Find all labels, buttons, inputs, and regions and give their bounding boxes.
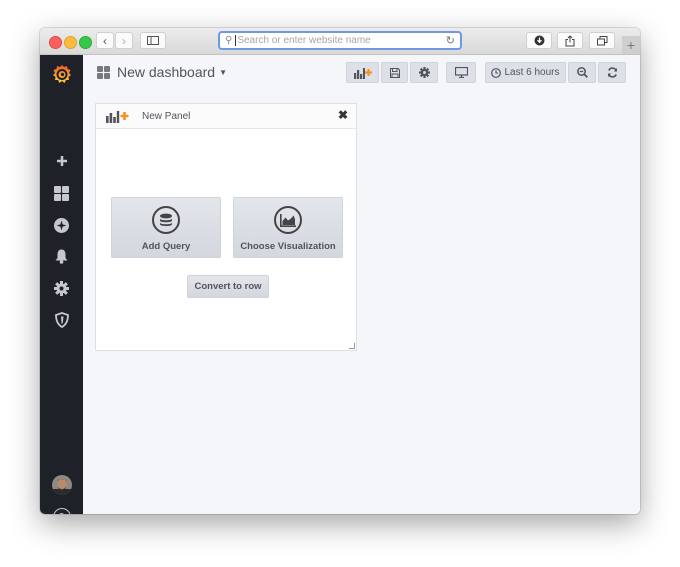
tabs-overview-button[interactable] <box>589 32 615 49</box>
compass-icon <box>54 217 69 233</box>
save-dashboard-button[interactable] <box>381 62 408 83</box>
add-query-label: Add Query <box>141 241 191 252</box>
sidebar-toggle-button[interactable] <box>140 32 166 49</box>
database-icon <box>152 206 180 234</box>
gear-icon <box>54 280 69 296</box>
add-query-button[interactable]: Add Query <box>111 197 221 258</box>
save-icon <box>389 67 400 78</box>
help-icon: ? <box>52 508 71 514</box>
sidebar-item-server-admin[interactable] <box>40 310 83 330</box>
panel-header: New Panel ✖ <box>96 104 356 129</box>
address-bar[interactable]: ⚲ Search or enter website name ↻ <box>218 31 462 50</box>
plus-icon: + <box>626 37 636 53</box>
minimize-window-button[interactable] <box>64 36 77 49</box>
share-button[interactable] <box>557 32 583 49</box>
panel-title: New Panel <box>142 110 191 122</box>
chevron-left-icon: ‹ <box>103 33 107 48</box>
choose-visualization-button[interactable]: Choose Visualization <box>233 197 343 258</box>
tv-mode-button[interactable] <box>446 62 476 83</box>
sidebar-item-configuration[interactable] <box>40 278 83 298</box>
dashboard-grid-icon <box>97 65 110 79</box>
panel-close-button[interactable]: ✖ <box>338 108 348 122</box>
shield-icon <box>54 312 69 328</box>
avatar <box>51 475 72 495</box>
time-range-label: Last 6 hours <box>504 67 560 78</box>
new-tab-button[interactable]: + <box>622 36 640 54</box>
new-panel: New Panel ✖ Add Query Choose Visualizati… <box>95 103 357 351</box>
reload-icon[interactable]: ↻ <box>446 34 455 47</box>
dashboard-title-picker[interactable]: New dashboard ▼ <box>97 64 227 80</box>
add-panel-button[interactable] <box>346 62 379 83</box>
grafana-logo[interactable] <box>40 62 83 86</box>
search-icon: ⚲ <box>225 35 233 46</box>
monitor-icon <box>454 67 468 78</box>
dashboard-title: New dashboard <box>117 64 216 80</box>
sidebar-item-alerting[interactable] <box>40 246 83 266</box>
bell-icon <box>55 249 68 264</box>
close-window-button[interactable] <box>49 36 62 49</box>
text-caret <box>235 35 237 46</box>
sidebar-item-explore[interactable] <box>40 215 83 235</box>
choose-visualization-label: Choose Visualization <box>240 241 336 252</box>
add-panel-icon <box>106 110 129 123</box>
area-chart-icon <box>274 206 302 234</box>
back-button[interactable]: ‹ <box>96 32 114 49</box>
refresh-button[interactable] <box>598 62 626 83</box>
address-placeholder: Search or enter website name <box>237 35 371 46</box>
panel-resize-handle[interactable] <box>349 343 355 349</box>
time-range-picker[interactable]: Last 6 hours <box>485 62 566 83</box>
tabs-icon <box>596 35 607 45</box>
sidebar-item-create[interactable] <box>40 151 83 171</box>
forward-button[interactable]: › <box>115 32 133 49</box>
sidebar-item-dashboards[interactable] <box>40 183 83 203</box>
grafana-logo-icon <box>52 65 71 83</box>
zoom-out-icon <box>576 67 588 78</box>
help-button[interactable]: ? <box>40 506 83 514</box>
zoom-out-button[interactable] <box>568 62 596 83</box>
refresh-icon <box>607 67 617 78</box>
dashboard-settings-button[interactable] <box>410 62 438 83</box>
gear-icon <box>418 67 430 78</box>
grid-icon <box>54 185 69 201</box>
browser-window: ‹ › ⚲ Search or enter website name ↻ + N… <box>40 28 640 514</box>
share-icon <box>565 34 575 46</box>
caret-down-icon: ▼ <box>219 67 227 77</box>
add-panel-icon <box>353 67 372 79</box>
browser-titlebar: ‹ › ⚲ Search or enter website name ↻ + <box>40 28 640 55</box>
dashboard-main: New dashboard ▼ Last 6 hours New Panel ✖… <box>83 55 640 514</box>
sidebar: ? <box>40 55 83 514</box>
download-icon <box>534 35 544 46</box>
user-avatar[interactable] <box>40 474 83 496</box>
sidebar-icon <box>147 36 159 45</box>
maximize-window-button[interactable] <box>79 36 92 49</box>
plus-icon <box>56 156 67 166</box>
convert-to-row-button[interactable]: Convert to row <box>187 275 269 298</box>
downloads-button[interactable] <box>526 32 552 49</box>
chevron-right-icon: › <box>122 33 126 48</box>
clock-icon <box>491 67 502 78</box>
